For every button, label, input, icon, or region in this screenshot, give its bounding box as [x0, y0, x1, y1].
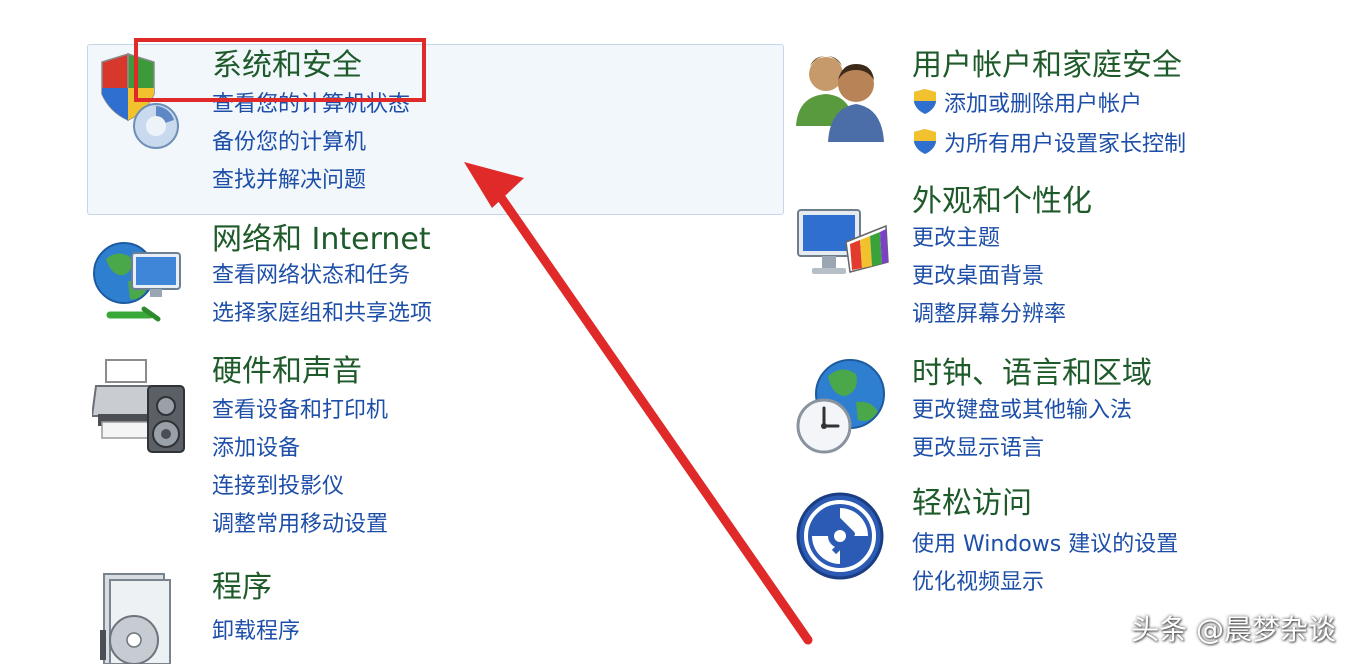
users-icon[interactable]: [792, 46, 892, 146]
category-system-security: 系统和安全 查看您的计算机状态 备份您的计算机 查找并解决问题: [0, 0, 680, 215]
category-title[interactable]: 网络和 Internet: [212, 220, 431, 260]
uac-shield-icon: [912, 88, 938, 116]
link-change-display-language[interactable]: 更改显示语言: [912, 434, 1044, 464]
link-view-network-status[interactable]: 查看网络状态和任务: [212, 261, 410, 291]
printer-speaker-icon[interactable]: [92, 356, 192, 456]
category-title[interactable]: 轻松访问: [912, 484, 1032, 524]
programs-disc-icon[interactable]: [94, 570, 194, 664]
link-label: 为所有用户设置家长控制: [944, 132, 1187, 157]
link-add-remove-accounts[interactable]: 添加或删除用户帐户: [912, 88, 1142, 120]
category-appearance: 外观和个性化 更改主题 更改桌面背景 调整屏幕分辨率: [690, 180, 1358, 340]
link-connect-projector[interactable]: 连接到投影仪: [212, 472, 344, 502]
link-label: 添加或删除用户帐户: [944, 92, 1143, 117]
category-ease-of-access: 轻松访问 使用 Windows 建议的设置 优化视频显示: [690, 480, 1358, 610]
link-optimize-visual-display[interactable]: 优化视频显示: [912, 568, 1044, 598]
category-title[interactable]: 用户帐户和家庭安全: [912, 46, 1182, 86]
link-adjust-resolution[interactable]: 调整屏幕分辨率: [912, 300, 1066, 330]
security-shield-icon[interactable]: [88, 50, 188, 150]
link-windows-recommended-settings[interactable]: 使用 Windows 建议的设置: [912, 530, 1178, 560]
category-network-internet: 网络和 Internet 查看网络状态和任务 选择家庭组和共享选项: [0, 215, 680, 335]
link-find-fix-problems[interactable]: 查找并解决问题: [212, 166, 366, 196]
globe-clock-icon[interactable]: [794, 356, 894, 456]
link-uninstall-program[interactable]: 卸载程序: [212, 617, 300, 647]
uac-shield-icon: [912, 128, 938, 156]
category-hardware-sound: 硬件和声音 查看设备和打印机 添加设备 连接到投影仪 调整常用移动设置: [0, 350, 680, 550]
link-change-desktop-background[interactable]: 更改桌面背景: [912, 262, 1044, 292]
monitor-palette-icon[interactable]: [794, 202, 894, 302]
ease-of-access-icon[interactable]: [794, 490, 894, 590]
category-title[interactable]: 硬件和声音: [212, 352, 362, 392]
category-title[interactable]: 程序: [212, 568, 272, 608]
link-homegroup-sharing[interactable]: 选择家庭组和共享选项: [212, 299, 432, 329]
link-change-theme[interactable]: 更改主题: [912, 224, 1000, 254]
link-add-device[interactable]: 添加设备: [212, 434, 300, 464]
category-title[interactable]: 外观和个性化: [912, 182, 1092, 222]
link-mobility-settings[interactable]: 调整常用移动设置: [212, 510, 388, 540]
category-programs: 程序 卸载程序: [0, 560, 680, 664]
category-user-accounts: 用户帐户和家庭安全 添加或删除用户帐户 为所有用户设置家长控制: [690, 0, 1358, 180]
link-view-computer-status[interactable]: 查看您的计算机状态: [212, 90, 410, 120]
category-clock-region: 时钟、语言和区域 更改键盘或其他输入法 更改显示语言: [690, 350, 1358, 480]
link-parental-controls[interactable]: 为所有用户设置家长控制: [912, 128, 1186, 160]
control-panel-category-view: 系统和安全 查看您的计算机状态 备份您的计算机 查找并解决问题 网络和 Inte…: [0, 0, 1358, 664]
link-devices-printers[interactable]: 查看设备和打印机: [212, 396, 388, 426]
network-globe-icon[interactable]: [88, 229, 188, 329]
category-title[interactable]: 时钟、语言和区域: [912, 354, 1152, 394]
watermark: 头条 @晨梦杂谈: [1131, 613, 1336, 646]
link-change-keyboard-input[interactable]: 更改键盘或其他输入法: [912, 396, 1132, 426]
category-title[interactable]: 系统和安全: [212, 46, 362, 86]
link-backup-computer[interactable]: 备份您的计算机: [212, 128, 366, 158]
